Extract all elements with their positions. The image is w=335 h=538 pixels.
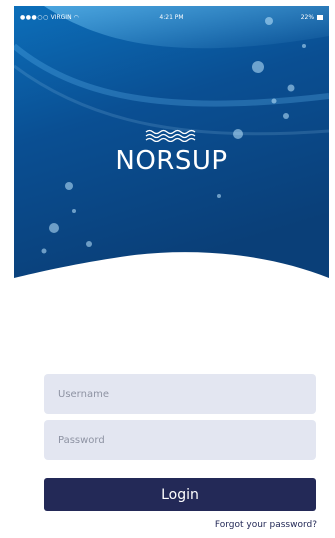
password-input[interactable] <box>44 420 316 460</box>
username-input[interactable] <box>44 374 316 414</box>
forgot-password-link[interactable]: Forgot your password? <box>215 520 317 530</box>
battery-percent: 22% <box>300 14 315 21</box>
waves-icon <box>145 129 196 142</box>
battery-icon <box>317 15 323 20</box>
brand-name: NORSUP <box>115 146 228 176</box>
status-time: 4:21 PM <box>159 14 184 21</box>
login-button[interactable]: Login <box>44 478 316 511</box>
status-bar: ●●●○○ VIRGIN ◠ 4:21 PM 22% <box>14 6 329 28</box>
hero-banner: ●●●○○ VIRGIN ◠ 4:21 PM 22% NORSUP <box>14 6 329 306</box>
battery-info: 22% <box>301 14 323 21</box>
login-screen: ●●●○○ VIRGIN ◠ 4:21 PM 22% NORSUP Login … <box>14 6 329 536</box>
